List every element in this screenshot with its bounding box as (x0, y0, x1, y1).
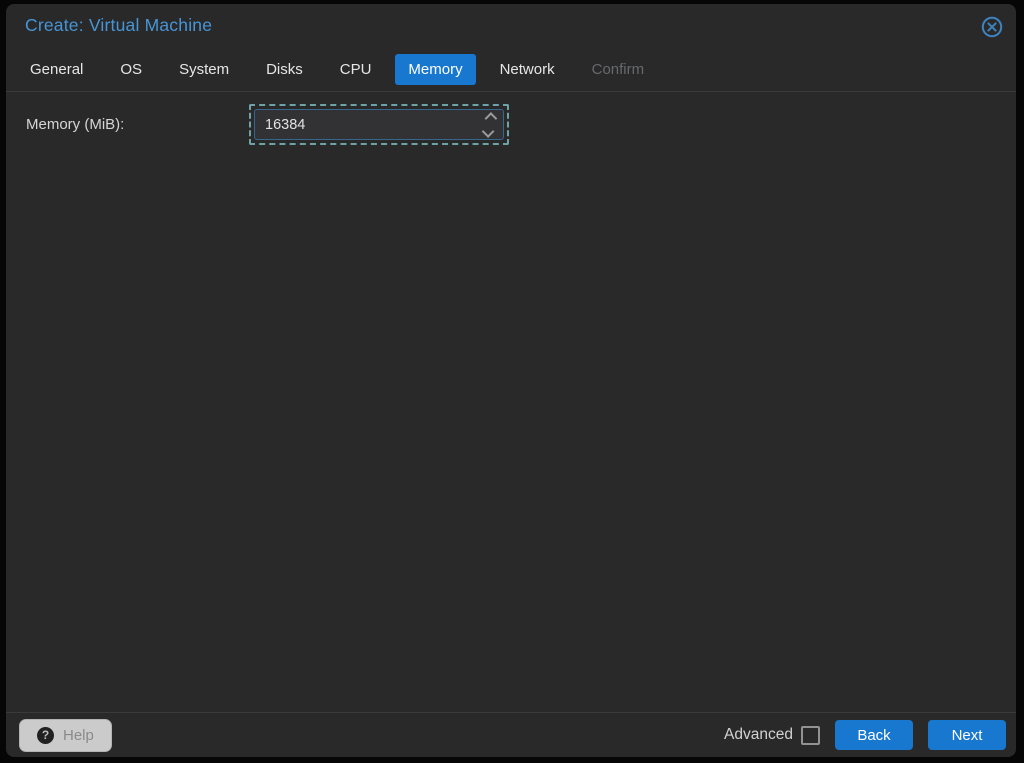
advanced-label: Advanced (724, 726, 793, 743)
help-button-label: Help (63, 726, 94, 744)
memory-field-label: Memory (MiB): (26, 116, 125, 133)
dialog-content: Memory (MiB): (6, 92, 1016, 712)
close-button[interactable] (981, 16, 1003, 38)
chevron-down-icon[interactable] (481, 124, 495, 138)
dialog-title: Create: Virtual Machine (25, 15, 213, 35)
chevron-up-icon[interactable] (484, 111, 498, 125)
memory-field-focus-outline (249, 104, 509, 145)
create-vm-dialog: Create: Virtual Machine General OS System D… (6, 4, 1016, 757)
tab-network[interactable]: Network (487, 54, 568, 85)
tab-disks[interactable]: Disks (253, 54, 316, 85)
memory-form-row: Memory (MiB): (26, 104, 996, 145)
circle-x-icon (981, 16, 1003, 38)
spinner-arrows[interactable] (481, 110, 498, 139)
tab-confirm: Confirm (591, 61, 645, 78)
question-mark-icon: ? (37, 726, 54, 744)
next-button[interactable]: Next (928, 720, 1006, 750)
tab-os[interactable]: OS (107, 54, 155, 85)
back-button[interactable]: Back (835, 720, 913, 750)
tab-cpu[interactable]: CPU (327, 54, 385, 85)
tab-system[interactable]: System (166, 54, 242, 85)
advanced-checkbox[interactable] (801, 725, 820, 745)
memory-input[interactable] (255, 116, 460, 133)
footer-actions: Advanced Back Next (724, 720, 1006, 750)
tab-memory[interactable]: Memory (395, 54, 476, 85)
help-button[interactable]: ? Help (19, 718, 112, 752)
tab-general[interactable]: General (17, 54, 96, 85)
dialog-footer: ? Help Advanced Back Next (6, 712, 1016, 757)
tab-bar: General OS System Disks CPU Memory Network Conf… (6, 38, 1016, 92)
memory-spinner-field (254, 109, 504, 140)
dialog-header: Create: Virtual Machine (6, 4, 1016, 38)
screen: { "dialog": { "title": "Create: Virtual … (0, 0, 1024, 763)
advanced-toggle-group: Advanced (724, 725, 820, 745)
